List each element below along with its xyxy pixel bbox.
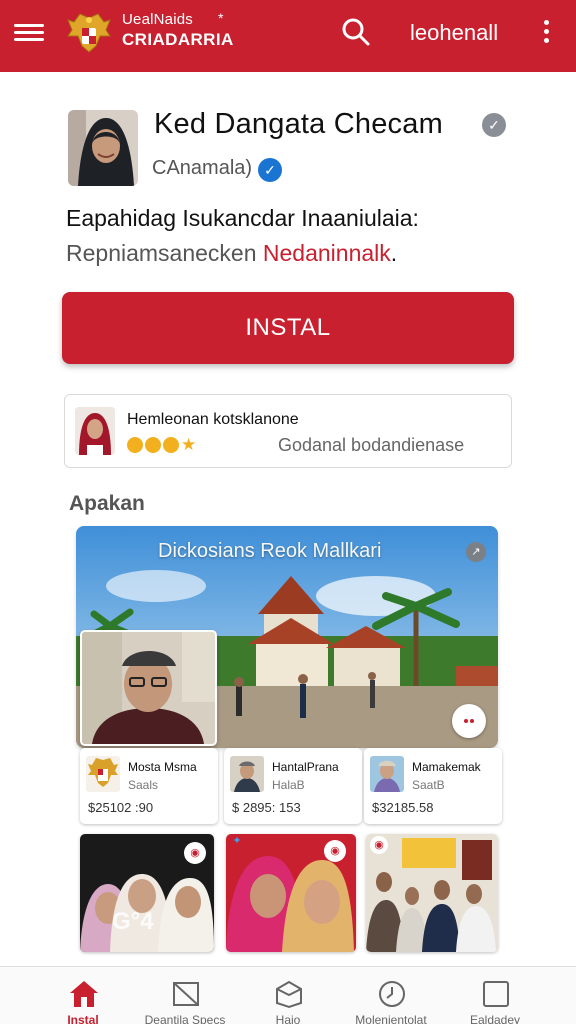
product-price: $ 2895: 153	[232, 800, 301, 815]
brand-wordmark: UealNaids CRIADARRIA	[122, 12, 234, 48]
photo-tile[interactable]: ◉ ✦	[226, 834, 356, 952]
subline-highlight[interactable]: Nedaninnalk	[263, 240, 391, 266]
photo-tile[interactable]: ◉	[366, 834, 498, 952]
review-card[interactable]: Hemleonan kotsklanone ★ Godanal bodandie…	[64, 394, 512, 468]
product-card[interactable]: HantalPrana HalaB $ 2895: 153	[224, 748, 362, 824]
more-dots-button[interactable]	[452, 704, 486, 738]
app-tagline: Eapahidag Isukancdar Inaaniulaia:	[66, 205, 419, 231]
hamburger-menu-icon[interactable]	[14, 20, 44, 50]
search-icon[interactable]	[340, 16, 372, 48]
product-name: HantalPrana	[272, 760, 339, 774]
subline-end: .	[390, 240, 398, 266]
brand-line-2: CRIADARRIA	[122, 30, 234, 49]
product-name: Mamakemak	[412, 760, 481, 774]
star-icon: ★	[181, 435, 197, 454]
more-options-icon[interactable]	[538, 20, 554, 50]
tile-badge-icon[interactable]: ◉	[370, 836, 388, 854]
product-thumbnail	[230, 756, 264, 792]
product-thumbnail	[86, 756, 120, 792]
product-card[interactable]: Mamakemak SaatB $32185.58	[364, 748, 502, 824]
tile-badge-icon[interactable]: ◉	[324, 840, 346, 862]
tile-overlay-text: G°4	[112, 908, 154, 935]
nav-item-specs[interactable]: Deantila Specs	[130, 967, 240, 1024]
section-title: Apakan	[69, 492, 145, 515]
verified-badge-icon: ✓	[482, 113, 506, 137]
star-filled-icon	[145, 437, 161, 453]
home-icon	[70, 981, 98, 1007]
nav-label: Instal	[67, 1013, 99, 1024]
product-subtitle: Saals	[128, 778, 159, 792]
nav-label: Molenientolat	[355, 1013, 427, 1024]
community-photo	[366, 834, 498, 952]
app-icon	[68, 110, 138, 186]
app-title: Ked Dangata Checam	[154, 108, 443, 140]
install-button[interactable]: INSTAL	[62, 292, 514, 364]
product-price: $25102 :90	[88, 800, 154, 815]
box-icon	[276, 980, 302, 1009]
nav-item-install[interactable]: Instal	[28, 967, 138, 1024]
portrait-photo	[82, 632, 215, 744]
portrait-card[interactable]	[80, 630, 217, 746]
photo-tile[interactable]: G°4 ◉	[80, 834, 214, 952]
brand-line-1: UealNaids	[122, 11, 193, 28]
nav-label: Deantila Specs	[144, 1013, 226, 1024]
developer-name[interactable]: CAnamala)	[152, 157, 252, 180]
feature-title: Dickosians Reok Mallkari	[158, 540, 382, 562]
subline-text: Repniamsanecken	[66, 240, 263, 266]
nav-item-ealdadey[interactable]: Ealdadey	[440, 967, 550, 1024]
product-thumbnail	[370, 756, 404, 792]
review-caption: Godanal bodandienase	[278, 435, 465, 455]
star-filled-icon	[127, 437, 143, 453]
star-filled-icon	[163, 437, 179, 453]
nav-label: Ealdadey	[469, 1013, 521, 1024]
brand-star-icon: *	[218, 10, 224, 26]
product-card[interactable]: Mosta Msma Saals $25102 :90	[80, 748, 218, 824]
nav-item-hajo[interactable]: Hajo	[233, 967, 343, 1024]
tile-badge-icon[interactable]: ◉	[184, 842, 206, 864]
square-icon	[483, 981, 509, 1007]
product-name: Mosta Msma	[128, 760, 197, 774]
clock-icon	[379, 981, 405, 1007]
product-subtitle: HalaB	[272, 778, 305, 792]
garuda-emblem-icon	[67, 13, 111, 53]
nav-item-clock[interactable]: Molenientolat	[336, 967, 446, 1024]
share-icon[interactable]: ↗	[466, 542, 486, 562]
app-subline: Repniamsanecken Nedaninnalk.	[66, 240, 397, 267]
product-subtitle: SaatB	[412, 778, 445, 792]
account-label[interactable]: leohenall	[410, 20, 498, 46]
top-app-bar: UealNaids CRIADARRIA * leohenall	[0, 0, 576, 72]
rating-stars: ★	[127, 435, 196, 455]
nav-label: Hajo	[275, 1013, 301, 1024]
bottom-navigation: Instal Deantila Specs Hajo Molenientolat…	[0, 966, 576, 1024]
reviewer-avatar	[75, 407, 115, 455]
review-title: Hemleonan kotsklanone	[127, 411, 299, 428]
developer-verified-icon: ✓	[258, 158, 282, 182]
image-off-icon	[173, 982, 199, 1006]
product-price: $32185.58	[372, 800, 434, 815]
